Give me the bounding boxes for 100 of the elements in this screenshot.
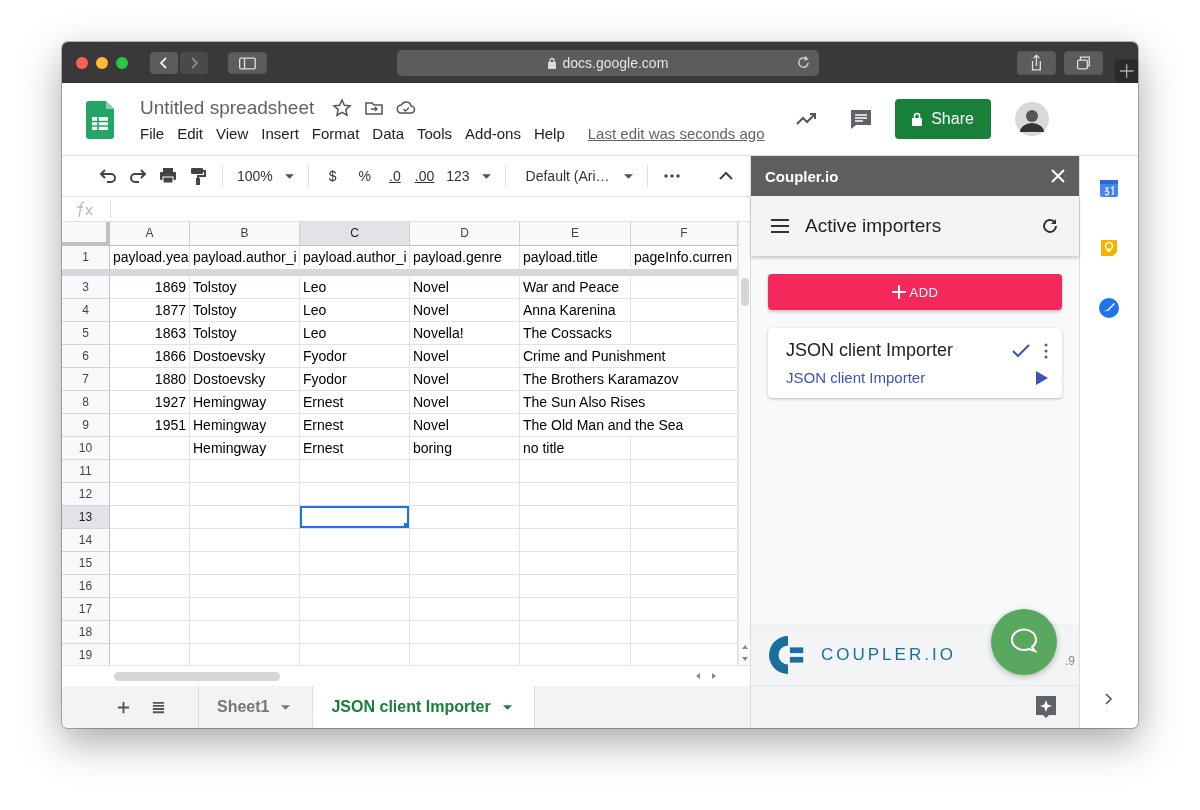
zoom-dot[interactable] bbox=[116, 56, 128, 69]
table-cell[interactable]: payload.author_i bbox=[190, 246, 300, 276]
column-header[interactable]: C bbox=[300, 222, 410, 246]
table-cell[interactable] bbox=[110, 598, 190, 621]
calendar-icon[interactable] bbox=[1099, 178, 1119, 198]
table-cell[interactable] bbox=[300, 621, 410, 644]
table-cell[interactable] bbox=[520, 483, 631, 506]
menu-item[interactable]: Help bbox=[533, 124, 565, 142]
table-cell[interactable]: Dostoevsky bbox=[190, 345, 300, 368]
menu-item[interactable]: Data bbox=[372, 124, 404, 142]
zoom-dropdown[interactable]: 100% bbox=[237, 168, 294, 184]
table-cell[interactable] bbox=[520, 621, 631, 644]
table-cell[interactable] bbox=[110, 483, 190, 506]
table-cell[interactable] bbox=[110, 575, 190, 598]
table-cell[interactable]: 1863 bbox=[110, 322, 190, 345]
select-all-corner[interactable] bbox=[62, 222, 110, 246]
table-cell[interactable]: payload.genre bbox=[410, 246, 520, 276]
column-header[interactable]: B bbox=[190, 222, 300, 246]
table-cell[interactable]: Leo bbox=[300, 299, 410, 322]
table-cell[interactable]: Novella! bbox=[410, 322, 520, 345]
close-dot[interactable] bbox=[76, 56, 88, 69]
table-cell[interactable]: no title bbox=[520, 437, 631, 460]
address-bar[interactable]: docs.google.com bbox=[396, 49, 819, 76]
row-header[interactable]: 1 bbox=[62, 246, 110, 276]
table-cell[interactable]: payload.title bbox=[520, 246, 631, 276]
add-button[interactable]: ADD bbox=[768, 274, 1062, 310]
table-cell[interactable]: Novel bbox=[410, 391, 520, 414]
table-cell[interactable] bbox=[190, 460, 300, 483]
sheets-logo-icon[interactable] bbox=[86, 101, 114, 139]
scrollbar-thumb[interactable] bbox=[741, 278, 749, 306]
row-header[interactable]: 7 bbox=[62, 368, 110, 391]
column-header[interactable]: E bbox=[520, 222, 631, 246]
table-cell[interactable] bbox=[410, 621, 520, 644]
table-cell[interactable]: Hemingway bbox=[190, 391, 300, 414]
tasks-icon[interactable] bbox=[1099, 298, 1119, 318]
table-cell[interactable]: 1927 bbox=[110, 391, 190, 414]
table-cell[interactable] bbox=[110, 552, 190, 575]
number-format-dropdown[interactable]: 123 bbox=[446, 168, 491, 184]
table-cell[interactable] bbox=[520, 460, 631, 483]
table-cell[interactable]: 1866 bbox=[110, 345, 190, 368]
sidebar-icon[interactable] bbox=[228, 51, 267, 74]
row-header[interactable]: 3 bbox=[62, 276, 110, 299]
reload-icon[interactable] bbox=[795, 55, 811, 70]
table-cell[interactable]: The Sun Also Rises bbox=[520, 391, 738, 414]
row-header[interactable]: 13 bbox=[62, 506, 110, 529]
table-cell[interactable] bbox=[410, 552, 520, 575]
table-cell[interactable]: Ernest bbox=[300, 437, 410, 460]
table-cell[interactable] bbox=[300, 598, 410, 621]
table-cell[interactable] bbox=[410, 575, 520, 598]
table-cell[interactable]: The Cossacks bbox=[520, 322, 631, 345]
column-header[interactable]: A bbox=[110, 222, 190, 246]
table-cell[interactable] bbox=[410, 460, 520, 483]
row-header[interactable]: 6 bbox=[62, 345, 110, 368]
row-header[interactable]: 10 bbox=[62, 437, 110, 460]
refresh-icon[interactable] bbox=[1041, 217, 1059, 235]
table-cell[interactable]: Novel bbox=[410, 368, 520, 391]
table-cell[interactable]: The Old Man and the Sea bbox=[520, 414, 738, 437]
table-cell[interactable] bbox=[190, 506, 300, 529]
row-header[interactable]: 11 bbox=[62, 460, 110, 483]
sheet-tab[interactable]: JSON client Importer bbox=[313, 686, 535, 728]
table-cell[interactable] bbox=[110, 437, 190, 460]
more-vert-icon[interactable] bbox=[1044, 342, 1048, 359]
table-cell[interactable]: Tolstoy bbox=[190, 299, 300, 322]
table-cell[interactable] bbox=[300, 529, 410, 552]
menu-item[interactable]: Format bbox=[311, 124, 360, 142]
row-header[interactable]: 16 bbox=[62, 575, 110, 598]
table-cell[interactable]: boring bbox=[410, 437, 520, 460]
table-cell[interactable]: War and Peace bbox=[520, 276, 631, 299]
table-cell[interactable]: Novel bbox=[410, 414, 520, 437]
table-cell[interactable]: Hemingway bbox=[190, 414, 300, 437]
row-header[interactable]: 14 bbox=[62, 529, 110, 552]
table-cell[interactable] bbox=[110, 460, 190, 483]
last-edit-link[interactable]: Last edit was seconds ago bbox=[587, 124, 765, 142]
table-cell[interactable]: Ernest bbox=[300, 391, 410, 414]
table-cell[interactable] bbox=[410, 598, 520, 621]
table-cell[interactable] bbox=[520, 575, 631, 598]
menu-item[interactable]: Add-ons bbox=[465, 124, 521, 142]
chat-button[interactable] bbox=[991, 609, 1057, 675]
minimize-dot[interactable] bbox=[96, 56, 108, 69]
undo-icon[interactable] bbox=[98, 166, 118, 186]
table-cell[interactable]: Hemingway bbox=[190, 437, 300, 460]
row-header[interactable]: 17 bbox=[62, 598, 110, 621]
column-header[interactable]: F bbox=[631, 222, 738, 246]
table-cell[interactable] bbox=[520, 506, 631, 529]
table-cell[interactable] bbox=[110, 529, 190, 552]
table-cell[interactable]: Tolstoy bbox=[190, 322, 300, 345]
tabs-icon[interactable] bbox=[1063, 50, 1103, 75]
table-cell[interactable]: Tolstoy bbox=[190, 276, 300, 299]
table-cell[interactable] bbox=[520, 529, 631, 552]
table-cell[interactable] bbox=[520, 552, 631, 575]
keep-icon[interactable] bbox=[1099, 238, 1119, 258]
row-header[interactable]: 12 bbox=[62, 483, 110, 506]
scrollbar-thumb[interactable] bbox=[114, 671, 280, 681]
comment-icon[interactable] bbox=[848, 107, 873, 131]
table-cell[interactable]: Novel bbox=[410, 276, 520, 299]
table-cell[interactable] bbox=[410, 483, 520, 506]
menu-icon[interactable] bbox=[771, 219, 789, 233]
table-cell[interactable] bbox=[190, 575, 300, 598]
table-cell[interactable]: Dostoevsky bbox=[190, 368, 300, 391]
run-icon[interactable] bbox=[1036, 370, 1048, 385]
